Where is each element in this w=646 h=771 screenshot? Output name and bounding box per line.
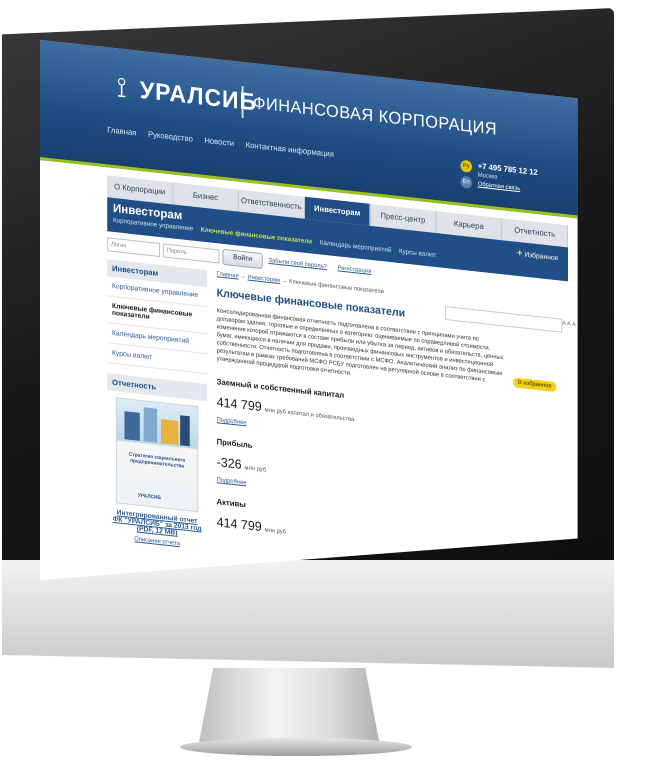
breadcrumb-home[interactable]: Главная xyxy=(217,271,239,279)
breadcrumb-section[interactable]: Инвесторам xyxy=(248,275,281,285)
web-page: ⟟ УРАЛСИБ ФИНАНСОВАЯ КОРПОРАЦИЯ Главная … xyxy=(40,40,578,580)
brand-tagline: ФИНАНСОВАЯ КОРПОРАЦИЯ xyxy=(253,93,498,139)
login-input[interactable]: Логин xyxy=(107,237,160,258)
plus-icon: + xyxy=(516,247,523,260)
password-input[interactable]: Пароль xyxy=(162,243,220,264)
lang-ru-button[interactable]: Ру xyxy=(460,159,472,173)
cover-building xyxy=(160,419,179,446)
uralsib-logo-icon[interactable]: ⟟ xyxy=(107,69,136,106)
favorites-label: Избранное xyxy=(524,251,559,263)
cover-building xyxy=(124,411,140,441)
report-cover-image[interactable]: Стратегия социального предпринимательств… xyxy=(115,397,199,513)
monitor-stand-base xyxy=(180,738,412,756)
metric-number: 414 799 xyxy=(216,514,262,535)
metric-unit: млн руб xyxy=(264,527,287,536)
metric-unit: млн руб капитал и обязательства xyxy=(264,407,355,424)
login-button[interactable]: Войти xyxy=(222,248,263,270)
top-nav: Главная Руководство Новости Контактная и… xyxy=(107,125,334,159)
main-content: Главная → Инвесторам → Ключевые финансов… xyxy=(216,271,576,567)
city-label: Москва xyxy=(477,172,498,181)
metric-number: 414 799 xyxy=(216,394,262,415)
cover-building xyxy=(180,415,190,447)
font-size-controls[interactable]: A A A xyxy=(562,321,575,328)
cover-logo: УРАЛСИБ xyxy=(137,492,161,502)
top-nav-contacts[interactable]: Контактная информация xyxy=(246,140,334,159)
monitor-stand xyxy=(198,668,381,748)
header-divider xyxy=(241,85,244,119)
register-link[interactable]: Регистрация xyxy=(338,265,372,275)
section-link-key-figures[interactable]: Ключевые финансовые показатели xyxy=(201,226,312,245)
cover-title: Стратегия социального предпринимательств… xyxy=(128,451,186,470)
top-nav-home[interactable]: Главная xyxy=(107,125,136,137)
header-contacts: Ру En +7 495 785 12 12 Москва Обратная с… xyxy=(460,159,566,192)
section-link-rates[interactable]: Курсы валют xyxy=(399,248,436,259)
section-link-calendar[interactable]: Календарь мероприятий xyxy=(320,239,391,254)
cover-building xyxy=(143,407,158,443)
top-nav-management[interactable]: Руководство xyxy=(148,130,193,144)
sidebar: Инвесторам Корпоративное управление Ключ… xyxy=(107,259,208,550)
monitor-chin xyxy=(2,560,614,668)
add-to-favorites-button[interactable]: В избранное xyxy=(513,377,557,393)
top-nav-news[interactable]: Новости xyxy=(204,136,234,148)
metric-number: -326 xyxy=(216,454,242,472)
metric-unit: млн руб xyxy=(244,465,267,474)
feedback-link[interactable]: Обратная связь xyxy=(478,182,520,193)
brand-name[interactable]: УРАЛСИБ xyxy=(140,77,257,118)
lang-en-button[interactable]: En xyxy=(460,175,472,189)
screen: ⟟ УРАЛСИБ ФИНАНСОВАЯ КОРПОРАЦИЯ Главная … xyxy=(40,40,600,580)
favorites-link[interactable]: + Избранное xyxy=(517,248,559,264)
forgot-password-link[interactable]: Забыли свой пароль? xyxy=(268,258,326,270)
